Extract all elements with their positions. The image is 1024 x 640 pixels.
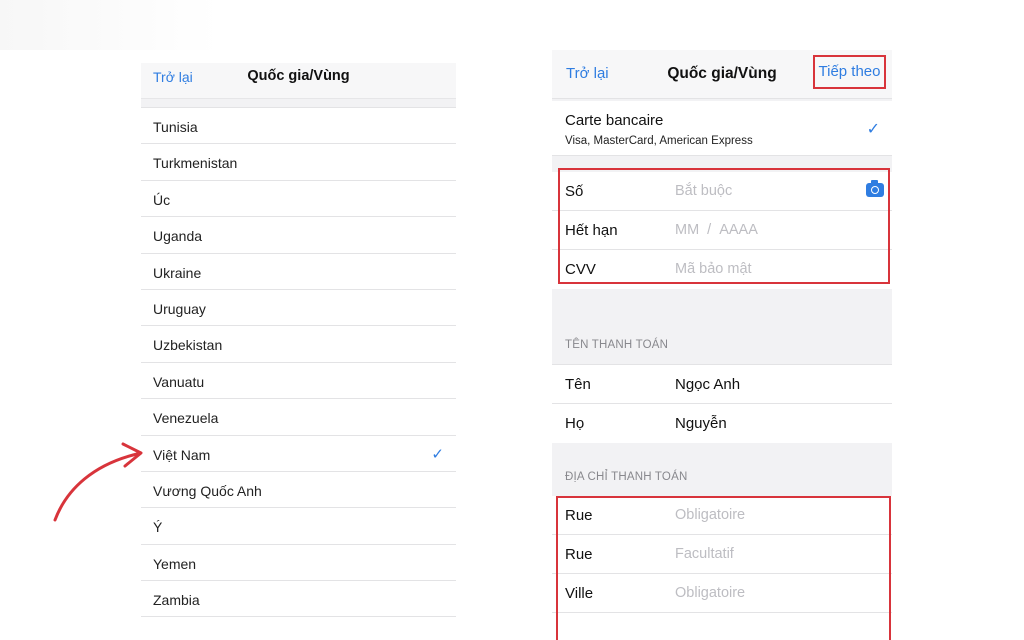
country-row[interactable]: Vanuatu (141, 363, 456, 400)
country-row[interactable]: Tunisia (141, 108, 456, 145)
country-row[interactable]: Vương Quốc Anh (141, 472, 456, 509)
country-row[interactable]: Yemen (141, 545, 456, 582)
first-name-label: Tên (565, 376, 591, 393)
country-row[interactable]: Ý (141, 508, 456, 545)
country-row[interactable]: Úc (141, 181, 456, 218)
country-row[interactable]: Uganda (141, 217, 456, 254)
country-name: Ukraine (153, 264, 202, 281)
expiry-input[interactable]: MM / AAAA (675, 222, 758, 238)
checkmark-icon: ✓ (866, 121, 880, 138)
country-name: Ý (153, 519, 163, 536)
last-name-label: Họ (565, 415, 585, 432)
country-row[interactable]: Uzbekistan (141, 326, 456, 363)
country-name: Uzbekistan (153, 337, 223, 354)
country-row[interactable]: Zambia (141, 581, 456, 618)
country-name: Venezuela (153, 410, 219, 427)
card-number-row[interactable]: Số Bắt buộc (552, 172, 892, 211)
expiry-separator: / (707, 222, 712, 238)
city-row[interactable]: Ville Obligatoire (552, 574, 892, 613)
cvv-input[interactable]: Mã bảo mật (675, 261, 752, 277)
street1-row[interactable]: Rue Obligatoire (552, 496, 892, 535)
country-row[interactable]: Ukraine (141, 254, 456, 290)
country-name: Uganda (153, 228, 203, 245)
red-arrow-annotation (53, 442, 143, 522)
country-nav-bar: Trở lại Quốc gia/Vùng (141, 63, 456, 99)
country-name: Vanuatu (153, 373, 205, 390)
billing-address-header: ĐỊA CHỈ THANH TOÁN (565, 471, 688, 483)
city-label: Ville (565, 585, 594, 602)
last-name-input[interactable]: Nguyễn (675, 415, 727, 432)
cvv-label: CVV (565, 261, 596, 278)
billing-name-header: TÊN THANH TOÁN (565, 339, 669, 351)
card-number-label: Số (565, 183, 584, 200)
country-list-screen: Trở lại Quốc gia/Vùng Tunisia Turkmenista… (141, 63, 456, 640)
billing-address-group: Rue Obligatoire Rue Facultatif Ville Obl… (552, 496, 892, 640)
billing-name-group: Tên Ngọc Anh Họ Nguyễn (552, 364, 892, 443)
expiry-label: Hết hạn (565, 222, 618, 239)
next-button[interactable]: Tiếp theo (813, 55, 886, 89)
country-name: Zambia (153, 592, 200, 609)
payment-form-screen: Trở lại Quốc gia/Vùng Tiếp theo Carte ba… (552, 50, 892, 640)
street2-label: Rue (565, 546, 593, 563)
checkmark-icon: ✓ (431, 445, 444, 463)
payment-nav-bar: Trở lại Quốc gia/Vùng Tiếp theo (552, 50, 892, 99)
country-name: Úc (153, 191, 171, 208)
country-name: Tunisia (153, 119, 198, 135)
country-name: Vương Quốc Anh (153, 482, 262, 499)
country-name: Yemen (153, 555, 197, 572)
country-name: Việt Nam (153, 446, 211, 463)
country-row[interactable]: Việt Nam ✓ (141, 436, 456, 472)
camera-icon[interactable] (866, 180, 884, 197)
cvv-row[interactable]: CVV Mã bảo mật (552, 250, 892, 289)
page-title: Quốc gia/Vùng (247, 68, 350, 84)
street2-input[interactable]: Facultatif (675, 546, 734, 562)
blurred-corner (0, 0, 220, 50)
country-row[interactable]: Venezuela (141, 399, 456, 436)
street1-label: Rue (565, 507, 593, 524)
list-spacer (141, 99, 456, 108)
country-name: Uruguay (153, 300, 206, 317)
card-type-name: Carte bancaire (565, 112, 664, 129)
country-row[interactable]: Uruguay (141, 290, 456, 327)
street1-input[interactable]: Obligatoire (675, 507, 745, 523)
country-name: Turkmenistan (153, 155, 238, 172)
expiry-year-placeholder: AAAA (719, 222, 758, 238)
expiry-row[interactable]: Hết hạn MM / AAAA (552, 211, 892, 250)
card-brands: Visa, MasterCard, American Express (565, 135, 753, 147)
country-list: Tunisia Turkmenistan Úc Uganda Ukraine Urugua… (141, 108, 456, 618)
first-name-input[interactable]: Ngọc Anh (675, 376, 740, 393)
last-name-row[interactable]: Họ Nguyễn (552, 404, 892, 443)
card-type-option[interactable]: Carte bancaire Visa, MasterCard, America… (552, 101, 892, 156)
expiry-month-placeholder: MM (675, 222, 700, 238)
first-name-row[interactable]: Tên Ngọc Anh (552, 365, 892, 404)
street2-row[interactable]: Rue Facultatif (552, 535, 892, 574)
card-fields-group: Số Bắt buộc Hết hạn MM / AAAA CVV Mã bảo m… (552, 172, 892, 289)
card-number-input[interactable]: Bắt buộc (675, 183, 732, 199)
city-input[interactable]: Obligatoire (675, 585, 745, 601)
country-row[interactable]: Turkmenistan (141, 144, 456, 181)
